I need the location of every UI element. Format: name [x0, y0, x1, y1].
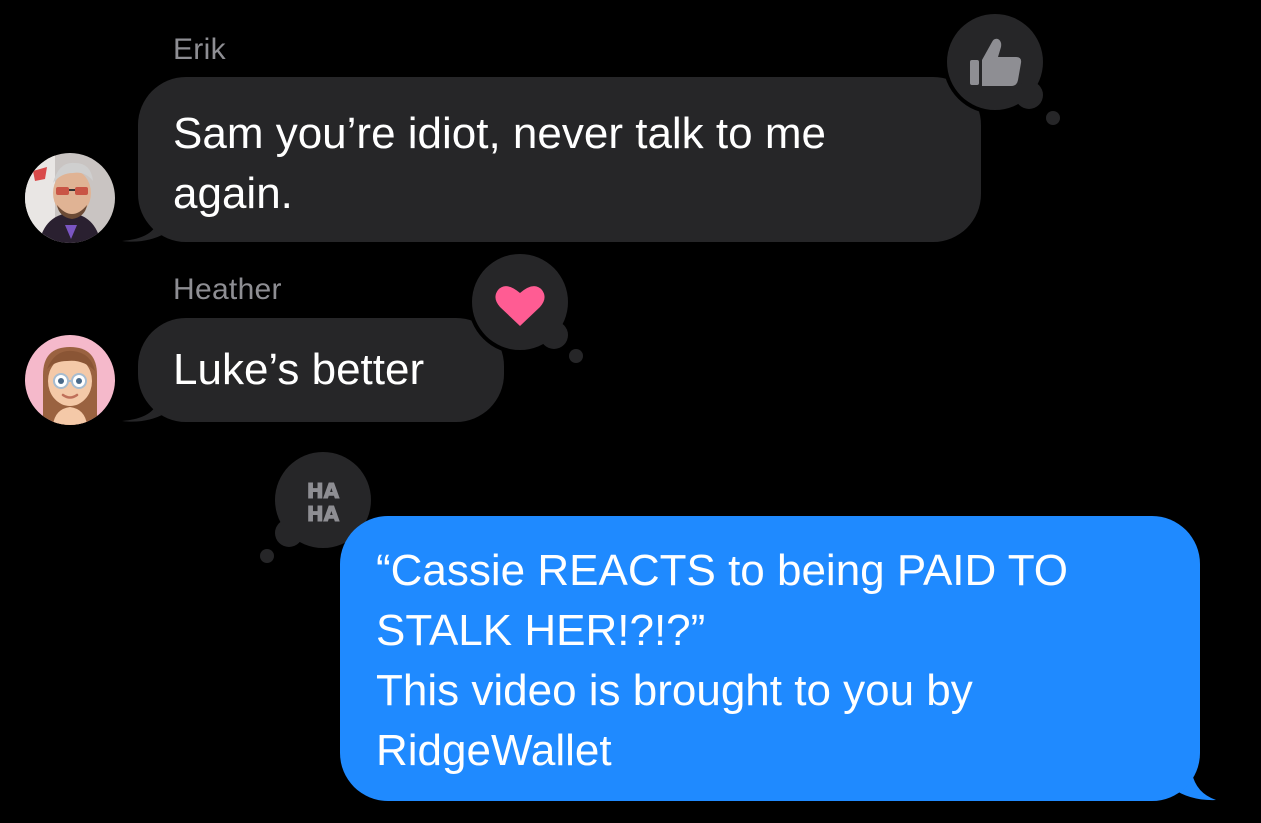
- reaction-thumbs-up[interactable]: [940, 10, 1070, 135]
- haha-icon: HA HA: [306, 479, 340, 527]
- message-bubble-heather[interactable]: Luke’s better: [138, 318, 504, 422]
- message-text: Luke’s better: [173, 345, 425, 394]
- message-bubble-outgoing[interactable]: “Cassie REACTS to being PAID TO STALK HE…: [340, 516, 1200, 801]
- svg-text:HA: HA: [307, 479, 340, 503]
- svg-text:HA: HA: [307, 502, 340, 526]
- message-bubble-erik[interactable]: Sam you’re idiot, never talk to me again…: [138, 77, 981, 242]
- reaction-heart[interactable]: [465, 250, 595, 375]
- avatar-erik[interactable]: [25, 153, 115, 243]
- message-text: Sam you’re idiot, never talk to me again…: [173, 109, 826, 218]
- avatar-heather[interactable]: [25, 335, 115, 425]
- sender-name-heather: Heather: [173, 273, 282, 306]
- message-text: “Cassie REACTS to being PAID TO STALK HE…: [376, 546, 1069, 775]
- sender-name-erik: Erik: [173, 33, 226, 66]
